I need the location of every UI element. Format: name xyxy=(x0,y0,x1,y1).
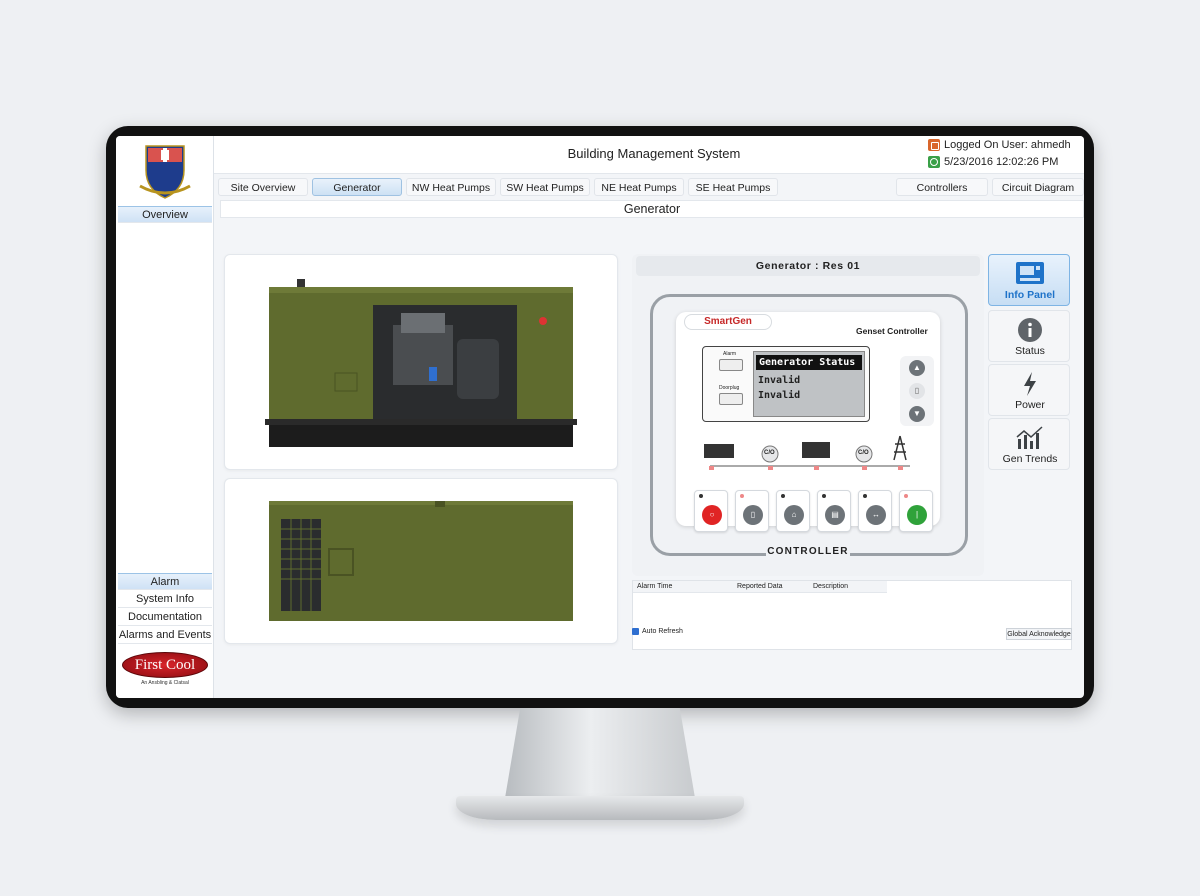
monitor-stand-neck xyxy=(505,708,695,798)
alarm-table-header: Alarm Time Reported Data Description xyxy=(633,581,887,593)
lcd-line-2: Invalid xyxy=(758,375,801,386)
breaker-label-2: C/O xyxy=(858,450,869,456)
brand-tagline: An Ansbling & Clatsal xyxy=(141,680,189,686)
stop-icon: ○ xyxy=(702,505,722,525)
doorplug-key-label: Doorplug xyxy=(719,385,740,391)
generator-side-image xyxy=(269,501,573,621)
start-led xyxy=(904,494,908,498)
status-label: Status xyxy=(1015,345,1045,357)
first-cool-logo: First Cool An Ansbling & Clatsal xyxy=(120,652,210,692)
generator-front-image xyxy=(265,279,577,447)
smartgen-brand: SmartGen xyxy=(684,314,772,330)
top-header: Building Management System Logged On Use… xyxy=(214,136,1084,174)
gen-trends-label: Gen Trends xyxy=(1002,453,1058,465)
info-panel-label: Info Panel xyxy=(1004,289,1056,301)
tab-ne-heat-pumps[interactable]: NE Heat Pumps xyxy=(594,178,684,196)
logged-on-user-text: Logged On User: ahmedh xyxy=(944,139,1071,151)
power-button[interactable]: Power xyxy=(988,364,1070,416)
down-arrow-icon[interactable]: ▼ xyxy=(909,406,925,422)
test-button[interactable]: ▤ xyxy=(817,490,851,532)
lcd-frame: Alarm Doorplug Generator Status Invalid … xyxy=(702,346,870,422)
breaker-label-1: C/O xyxy=(764,450,775,456)
lcd-line-3: Invalid xyxy=(758,390,801,401)
screen: Overview Alarm Management System Info Do… xyxy=(116,136,1084,698)
global-acknowledge-button[interactable]: Global Acknowledge xyxy=(1006,628,1072,640)
crest-logo-icon xyxy=(139,145,191,199)
page-title: Generator xyxy=(220,200,1084,218)
nav-overview[interactable]: Overview xyxy=(118,206,212,223)
nav-documentation[interactable]: Documentation xyxy=(118,609,212,626)
checkbox-checked-icon[interactable] xyxy=(632,628,639,635)
col-description[interactable]: Description xyxy=(813,581,848,593)
monitor-stand-base xyxy=(456,796,744,820)
hand-icon: ▯ xyxy=(743,505,763,525)
start-icon: | xyxy=(907,505,927,525)
control-buttons: ○ ▯ ⌂ ▤ ↔ | xyxy=(694,490,938,536)
logout-icon[interactable] xyxy=(928,139,940,151)
lightning-icon xyxy=(1024,372,1036,396)
tab-site-overview[interactable]: Site Overview xyxy=(218,178,308,196)
tab-controllers[interactable]: Controllers xyxy=(896,178,988,196)
controller-frame-label: CONTROLLER xyxy=(766,546,850,557)
left-sidebar: Overview Alarm Management System Info Do… xyxy=(116,136,214,698)
col-alarm-time[interactable]: Alarm Time xyxy=(637,581,672,593)
enter-key-icon[interactable]: ▯ xyxy=(909,383,925,399)
genset-controller-face: SmartGen Genset Controller Alarm Doorplu… xyxy=(676,312,940,532)
test-icon: ▤ xyxy=(825,505,845,525)
monitor-frame: Overview Alarm Management System Info Do… xyxy=(106,126,1094,708)
lcd-line-1: Generator Status xyxy=(756,355,862,370)
logged-on-user[interactable]: Logged On User: ahmedh xyxy=(928,139,1071,151)
single-line-diagram xyxy=(704,435,910,470)
auto-button[interactable]: ⌂ xyxy=(776,490,810,532)
stop-button[interactable]: ○ xyxy=(694,490,728,532)
manual-led xyxy=(740,494,744,498)
tab-se-heat-pumps[interactable]: SE Heat Pumps xyxy=(688,178,778,196)
nav-keypad: ▲ ▯ ▼ xyxy=(900,356,934,426)
clock: 5/23/2016 12:02:26 PM xyxy=(928,156,1058,168)
nav-system-info[interactable]: System Info xyxy=(118,591,212,608)
auto-refresh[interactable]: Auto Refresh xyxy=(632,628,683,635)
doorplug-key[interactable] xyxy=(719,393,743,405)
manual-button[interactable]: ▯ xyxy=(735,490,769,532)
info-panel-button[interactable]: Info Panel xyxy=(988,254,1070,306)
brand-name: First Cool xyxy=(122,652,208,678)
transfer-arrows-icon: ↔ xyxy=(866,505,886,525)
tab-generator[interactable]: Generator xyxy=(312,178,402,196)
genset-controller-label: Genset Controller xyxy=(856,326,928,336)
auto-refresh-label: Auto Refresh xyxy=(642,628,683,635)
lcd-display: Generator Status Invalid Invalid xyxy=(753,351,865,417)
controller-title: Generator : Res 01 xyxy=(636,256,980,276)
generator-side-view xyxy=(224,478,618,644)
start-button[interactable]: | xyxy=(899,490,933,532)
status-button[interactable]: Status xyxy=(988,310,1070,362)
info-panel-icon xyxy=(1016,262,1044,284)
generator-front-view xyxy=(224,254,618,470)
auto-led xyxy=(781,494,785,498)
tab-bar: Site Overview Generator NW Heat Pumps SW… xyxy=(214,176,1084,198)
datetime-text: 5/23/2016 12:02:26 PM xyxy=(944,156,1059,168)
alarm-key-label: Alarm xyxy=(723,351,737,357)
nav-alarm-management[interactable]: Alarm Management xyxy=(118,573,212,605)
stop-led xyxy=(699,494,703,498)
test-led xyxy=(822,494,826,498)
alarm-key[interactable] xyxy=(719,359,743,371)
controller-panel: Generator : Res 01 CONTROLLER SmartGen G… xyxy=(632,254,984,576)
gen-trends-button[interactable]: Gen Trends xyxy=(988,418,1070,470)
up-arrow-icon[interactable]: ▲ xyxy=(909,360,925,376)
tab-sw-heat-pumps[interactable]: SW Heat Pumps xyxy=(500,178,590,196)
tab-nw-heat-pumps[interactable]: NW Heat Pumps xyxy=(406,178,496,196)
home-icon: ⌂ xyxy=(784,505,804,525)
app-title: Building Management System xyxy=(567,146,741,161)
transfer-button[interactable]: ↔ xyxy=(858,490,892,532)
col-reported-data[interactable]: Reported Data xyxy=(737,581,783,593)
transfer-led xyxy=(863,494,867,498)
trend-chart-icon xyxy=(1016,426,1043,449)
clock-icon xyxy=(928,156,940,168)
nav-alarms-and-events[interactable]: Alarms and Events xyxy=(118,627,212,644)
info-icon xyxy=(1018,318,1042,342)
tab-circuit-diagram[interactable]: Circuit Diagram xyxy=(992,178,1084,196)
power-label: Power xyxy=(1015,399,1045,411)
